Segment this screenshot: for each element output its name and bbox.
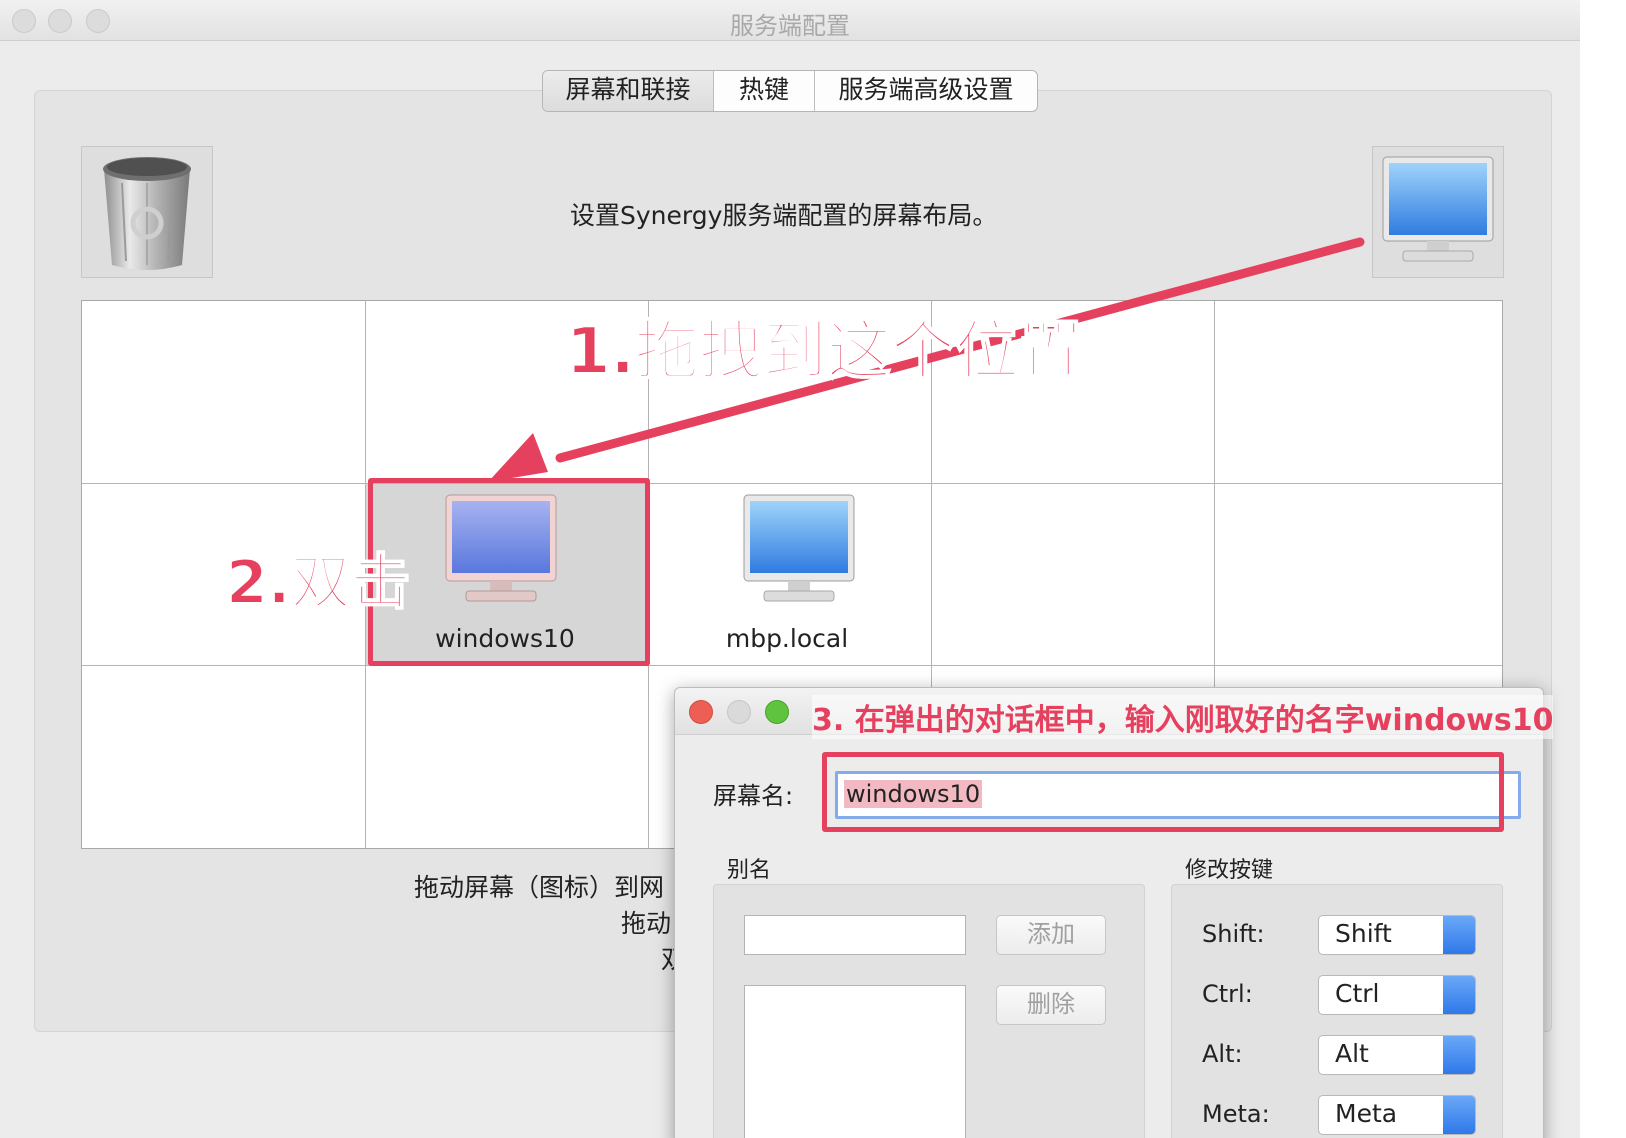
highlight-screen-name-field xyxy=(822,752,1504,832)
annotation-step2: 2.双击 xyxy=(225,547,412,619)
annotation-step1: 1.拖拽到这个位置 xyxy=(565,314,1084,390)
annotation-step3: 3. 在弹出的对话框中，输入刚取好的名字windows10 xyxy=(812,695,1554,739)
